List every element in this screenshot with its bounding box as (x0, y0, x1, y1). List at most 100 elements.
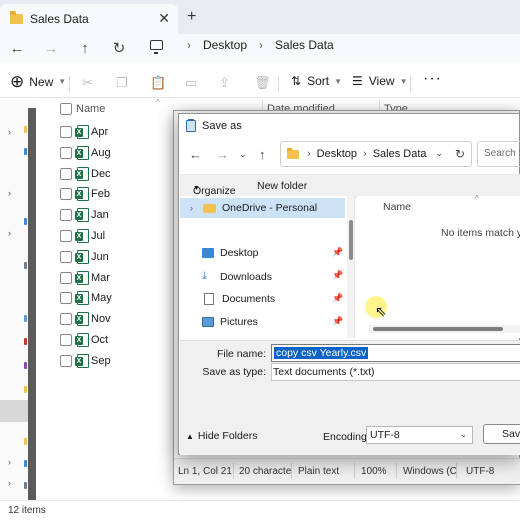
view-button[interactable]: ☰ View ▼ (352, 74, 407, 88)
row-checkbox[interactable] (60, 271, 72, 284)
file-row[interactable]: Aug (60, 143, 180, 164)
refresh-icon[interactable]: ↻ (102, 39, 136, 57)
dialog-address-bar[interactable]: › Desktop › Sales Data ⌄ ↻ (280, 141, 472, 167)
explorer-status-bar: 12 items (0, 500, 520, 520)
up-arrow-icon[interactable]: ↑ (259, 147, 266, 162)
row-checkbox[interactable] (60, 354, 72, 367)
cut-icon[interactable]: ✂ (82, 75, 93, 91)
row-checkbox[interactable] (60, 292, 72, 305)
tree-item-documents[interactable]: Documents 📌 (204, 293, 364, 305)
network-icon (24, 482, 27, 489)
excel-file-icon (75, 291, 89, 306)
file-row[interactable]: May (60, 288, 180, 309)
chevron-right-icon[interactable]: › (307, 148, 311, 160)
file-row[interactable]: Oct (60, 330, 180, 351)
forward-arrow-icon[interactable]: → (216, 147, 229, 162)
chevron-down-icon[interactable]: ⌄ (239, 149, 247, 160)
chevron-right-icon[interactable]: › (8, 228, 11, 238)
new-folder-button[interactable]: New folder (257, 180, 307, 192)
breadcrumb-sales-data[interactable]: Sales Data (275, 38, 334, 52)
file-name: Nov (91, 313, 111, 326)
hide-folders-button[interactable]: ▲ Hide Folders (186, 430, 257, 442)
back-arrow-icon[interactable]: ← (0, 40, 34, 57)
paste-icon[interactable]: 📋 (150, 75, 166, 91)
row-checkbox[interactable] (60, 313, 72, 326)
nav-selected-item[interactable] (0, 400, 30, 422)
monitor-icon[interactable] (150, 40, 163, 54)
file-name-input[interactable]: copy csv Yearly.csv (271, 344, 520, 362)
save-button[interactable]: Save (483, 424, 520, 444)
file-row[interactable]: Feb (60, 184, 180, 205)
save-type-select[interactable]: Text documents (*.txt) (271, 363, 520, 381)
back-arrow-icon[interactable]: ← (189, 147, 202, 162)
tree-item-pictures[interactable]: Pictures 📌 (202, 316, 362, 328)
row-checkbox[interactable] (60, 146, 72, 159)
chevron-right-icon[interactable]: › (8, 127, 11, 137)
tree-scrollbar-thumb[interactable] (349, 220, 353, 260)
new-tab-icon[interactable]: + (187, 8, 196, 26)
breadcrumb-desktop[interactable]: Desktop (203, 38, 247, 52)
dialog-title: Save as (202, 120, 242, 132)
column-name[interactable]: Name (76, 103, 105, 115)
new-button[interactable]: ⊕ New ▼ (10, 72, 66, 92)
file-row[interactable]: Jan (60, 205, 180, 226)
chevron-down-icon[interactable]: ⌄ (435, 148, 443, 159)
file-row[interactable]: Mar (60, 268, 180, 289)
navigation-pane: › › › › › (0, 100, 36, 504)
row-checkbox[interactable] (60, 126, 72, 138)
tree-scrollbar[interactable] (347, 196, 354, 338)
file-row[interactable]: Sep (60, 351, 180, 372)
encoding-select[interactable]: UTF-8 ⌄ (366, 426, 473, 444)
address-desktop[interactable]: Desktop (317, 148, 357, 160)
delete-icon[interactable]: 🗑 (254, 75, 271, 91)
tree-item-downloads[interactable]: ⤓ Downloads 📌 (202, 270, 362, 283)
up-arrow-icon[interactable]: ↑ (68, 40, 102, 57)
zoom-level[interactable]: 100% (361, 466, 387, 477)
folder-icon (24, 386, 27, 393)
row-checkbox[interactable] (60, 250, 72, 263)
tree-item-desktop[interactable]: Desktop 📌 (202, 247, 362, 259)
column-name[interactable]: Name (383, 201, 411, 213)
rename-icon[interactable]: ▭ (185, 75, 197, 91)
scrollbar-thumb[interactable] (373, 327, 503, 331)
row-checkbox[interactable] (60, 229, 72, 242)
chevron-right-icon[interactable]: › (190, 203, 193, 213)
row-checkbox[interactable] (60, 188, 72, 201)
refresh-icon[interactable]: ↻ (455, 147, 465, 161)
encoding-value: UTF-8 (370, 429, 400, 441)
chevron-right-icon[interactable]: › (259, 38, 263, 52)
pin-icon: 📌 (332, 270, 344, 280)
file-row[interactable]: Jun (60, 247, 180, 268)
nav-pane-scrollbar[interactable] (28, 108, 36, 504)
file-row[interactable]: Apr (60, 122, 180, 143)
row-checkbox[interactable] (60, 333, 72, 346)
chevron-right-icon[interactable]: › (363, 148, 367, 160)
close-tab-icon[interactable]: ✕ (158, 10, 170, 27)
address-sales-data[interactable]: Sales Data (373, 148, 427, 160)
chevron-right-icon[interactable]: › (8, 478, 11, 488)
copy-icon[interactable]: ❐ (116, 75, 128, 91)
chevron-right-icon[interactable]: › (8, 457, 11, 467)
select-all-checkbox[interactable] (60, 103, 72, 115)
file-row[interactable]: Jul (60, 226, 180, 247)
divider (233, 463, 234, 479)
file-row[interactable]: Nov (60, 309, 180, 330)
videos-icon (24, 362, 27, 369)
excel-file-icon (75, 145, 89, 160)
file-name: Dec (91, 167, 111, 180)
file-row[interactable]: Dec (60, 164, 180, 185)
horizontal-scrollbar[interactable] (369, 325, 520, 333)
tab-sales-data[interactable]: Sales Data ✕ (0, 4, 178, 34)
share-icon[interactable]: ⇪ (219, 75, 230, 91)
breadcrumb: › Desktop › Sales Data (150, 38, 334, 54)
chevron-right-icon[interactable]: › (8, 188, 11, 198)
row-checkbox[interactable] (60, 167, 72, 180)
more-options-icon[interactable]: ··· (423, 70, 442, 88)
forward-arrow-icon[interactable]: → (34, 40, 68, 57)
new-label: New (29, 74, 54, 89)
search-input[interactable]: Search Sa (477, 141, 520, 167)
sort-button[interactable]: ⇅ Sort ▼ (291, 74, 342, 88)
chevron-right-icon[interactable]: › (187, 38, 191, 52)
tree-item-onedrive[interactable]: › OneDrive - Personal (190, 202, 317, 214)
row-checkbox[interactable] (60, 209, 72, 222)
